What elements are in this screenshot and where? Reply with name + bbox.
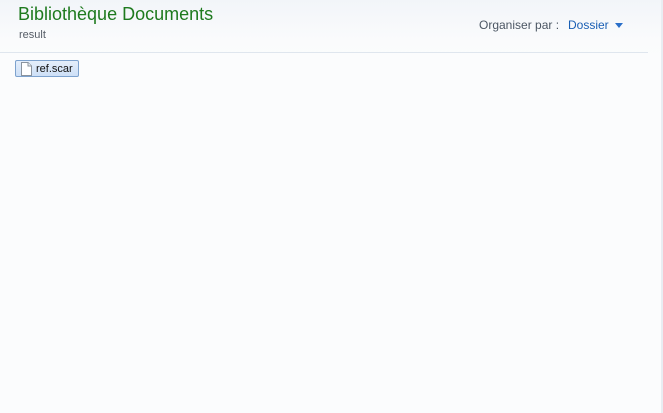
file-name: ref.scar bbox=[36, 62, 73, 75]
library-header: Bibliothèque Documents result Organiser … bbox=[0, 0, 648, 53]
arrange-by-dropdown[interactable]: Dossier bbox=[568, 17, 623, 33]
document-icon bbox=[20, 61, 32, 76]
library-subtitle: result bbox=[19, 29, 46, 41]
chevron-down-icon[interactable] bbox=[614, 22, 623, 28]
library-pane: Bibliothèque Documents result Organiser … bbox=[0, 0, 663, 413]
arrange-by-label: Organiser par : bbox=[479, 18, 560, 32]
file-item[interactable]: ref.scar bbox=[15, 60, 79, 77]
arrange-by-value[interactable]: Dossier bbox=[568, 18, 609, 32]
library-title: Bibliothèque Documents bbox=[18, 4, 214, 24]
